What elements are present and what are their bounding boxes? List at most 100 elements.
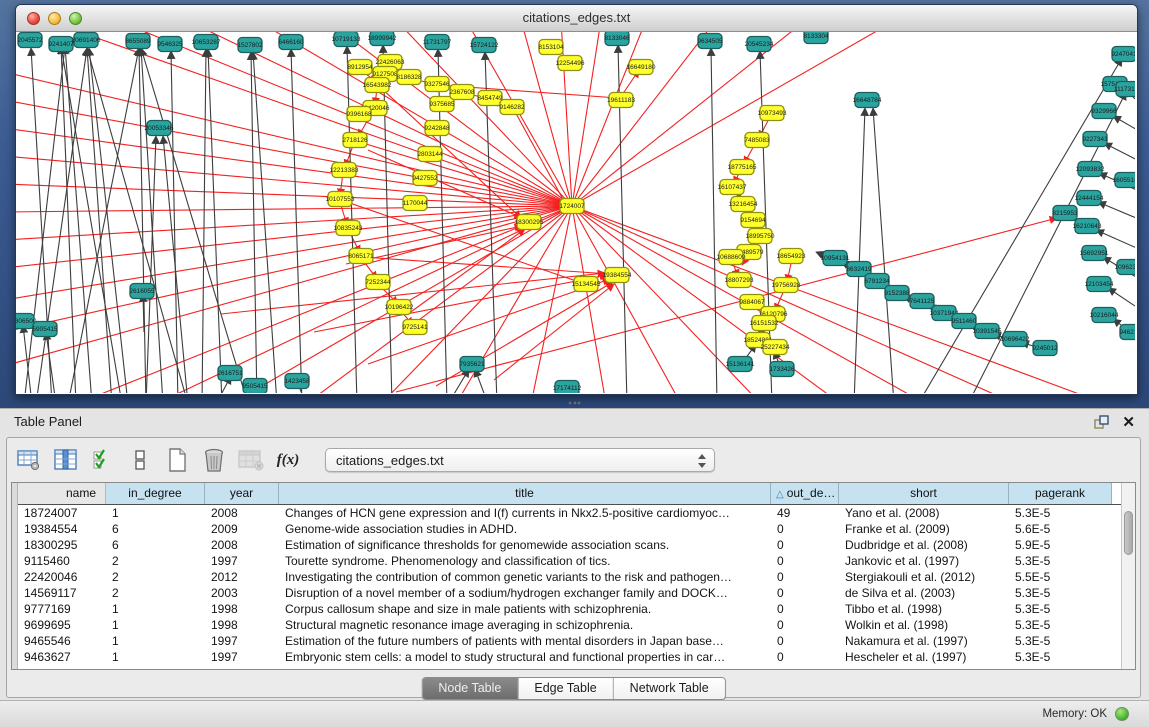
column-header-short[interactable]: short [839,483,1009,504]
graph-node-label: 16543982 [363,82,392,89]
graph-node-label: 17174112 [553,385,582,392]
close-panel-icon[interactable]: ✕ [1122,413,1135,431]
graph-edge [854,108,865,393]
tab-network-table[interactable]: Network Table [614,678,725,699]
cell-title: Structural magnetic resonance image aver… [279,617,771,633]
tab-edge-table[interactable]: Edge Table [518,678,613,699]
graph-node-label: 9245012 [1032,345,1058,352]
graph-node-label: 9154694 [740,217,766,224]
table-row[interactable]: 2242004622012Investigating the contribut… [18,569,1121,585]
graph-node-label: 22426063 [376,59,405,66]
graph-node-label: 10107553 [326,196,355,203]
network-canvas[interactable]: 2045572924140720691406865508995463251065… [16,32,1135,393]
table-panel: Table Panel ✕ [0,408,1149,701]
cell-title: Corpus callosum shape and size in male p… [279,601,771,617]
graph-edge [139,48,146,393]
graph-node-label: 9427552 [412,175,438,182]
graph-node-label: 16210643 [1073,223,1102,230]
column-header-out_degree[interactable]: △out_de… [771,483,839,504]
cell-short: Franke et al. (2009) [839,521,1009,537]
select-all-icon[interactable] [89,446,117,474]
graph-node-label: 9247041 [1111,51,1135,58]
graph-node-label: 10391545 [973,328,1002,335]
cell-short: Nakamura et al. (1997) [839,633,1009,649]
column-header-title[interactable]: title [279,483,771,504]
graph-node-label: 20545234 [745,41,774,48]
table-row[interactable]: 1456911722003Disruption of a novel membe… [18,585,1121,601]
function-builder-icon[interactable]: f(x) [274,446,302,474]
graph-node-label: 8133304 [803,33,829,40]
table-header-row: namein_degreeyeartitle△out_de…shortpager… [18,483,1121,505]
table-row[interactable]: 1938455462009Genome-wide association stu… [18,521,1121,537]
row-height-icon[interactable] [126,446,154,474]
column-header-year[interactable]: year [205,483,279,504]
graph-node-label: 19611183 [607,97,635,104]
table-row[interactable]: 969969511998Structural magnetic resonanc… [18,617,1121,633]
table-selector-value: citations_edges.txt [336,453,444,468]
scrollbar-thumb[interactable] [1124,511,1133,555]
sort-ascending-icon: △ [776,489,784,500]
network-graph: 2045572924140720691406865508995463251065… [16,32,1135,393]
table-row[interactable]: 946554611997Estimation of the future num… [18,633,1121,649]
cell-year: 1997 [205,633,279,649]
cell-short: Stergiakouli et al. (2012) [839,569,1009,585]
graph-node-label: 9462177 [1119,329,1135,336]
graph-node-label: 9327546 [424,81,450,88]
delete-rows-icon[interactable] [200,446,228,474]
graph-node-label: 9227343 [1082,136,1108,143]
graph-node-label: 7485083 [744,137,770,144]
cell-in_degree: 2 [106,553,205,569]
minimize-window-icon[interactable] [48,12,61,25]
table-scrollbar[interactable] [1121,483,1135,669]
window-titlebar[interactable]: citations_edges.txt [16,5,1137,32]
table-selector-dropdown[interactable]: citations_edges.txt [325,448,715,472]
table-row[interactable]: 946362711997Embryonic stem cells: a mode… [18,649,1121,665]
graph-edge [116,32,572,206]
graph-edge [408,229,525,314]
graph-node-label: 8133046 [604,35,630,42]
cell-in_degree: 1 [106,649,205,665]
close-window-icon[interactable] [27,12,40,25]
column-header-in_degree[interactable]: in_degree [106,483,205,504]
graph-edge [31,48,52,393]
cell-pagerank: 5.3E-5 [1009,649,1112,665]
cell-year: 1998 [205,601,279,617]
graph-edge [572,206,606,393]
graph-edge [202,49,206,393]
graph-edge [1098,202,1135,220]
table-row[interactable]: 977716911998Corpus callosum shape and si… [18,601,1121,617]
cell-out_degree: 0 [771,601,839,617]
column-header-name[interactable]: name [18,483,106,504]
graph-node-label: 20691406 [72,37,101,44]
table-mode-icon[interactable] [15,446,43,474]
cell-name: 9115460 [18,553,106,569]
delete-table-icon[interactable] [237,446,265,474]
graph-node-label: 7935621 [459,361,485,368]
graph-node-label: 19756928 [772,282,801,289]
column-header-pagerank[interactable]: pagerank [1009,483,1112,504]
graph-node-label: 9329966 [1091,108,1117,115]
split-pane-handle[interactable] [567,400,581,406]
graph-edge [475,369,488,393]
table-row[interactable]: 1872400712008Changes of HCN gene express… [18,505,1121,521]
cell-pagerank: 5.3E-5 [1009,585,1112,601]
show-columns-icon[interactable] [52,446,80,474]
new-column-icon[interactable] [163,446,191,474]
graph-edge [1108,288,1135,310]
graph-node-label: 1423458 [284,378,310,385]
memory-ok-indicator[interactable] [1115,707,1129,721]
graph-node-label: 1724007 [559,203,585,210]
traffic-lights [27,12,82,25]
graph-node-label: 9242848 [424,125,450,132]
table-row[interactable]: 1830029562008Estimation of significance … [18,537,1121,553]
table-row[interactable]: 911546021997Tourette syndrome. Phenomeno… [18,553,1121,569]
cell-in_degree: 2 [106,569,205,585]
graph-node-label: 9505415 [242,383,268,390]
graph-node-label: 1170044 [403,200,428,207]
graph-node-label: 10688609 [717,254,746,261]
cell-year: 2012 [205,569,279,585]
zoom-window-icon[interactable] [69,12,82,25]
tab-node-table[interactable]: Node Table [422,678,518,699]
float-panel-icon[interactable] [1094,415,1109,430]
cell-short: Jankovic et al. (1997) [839,553,1009,569]
